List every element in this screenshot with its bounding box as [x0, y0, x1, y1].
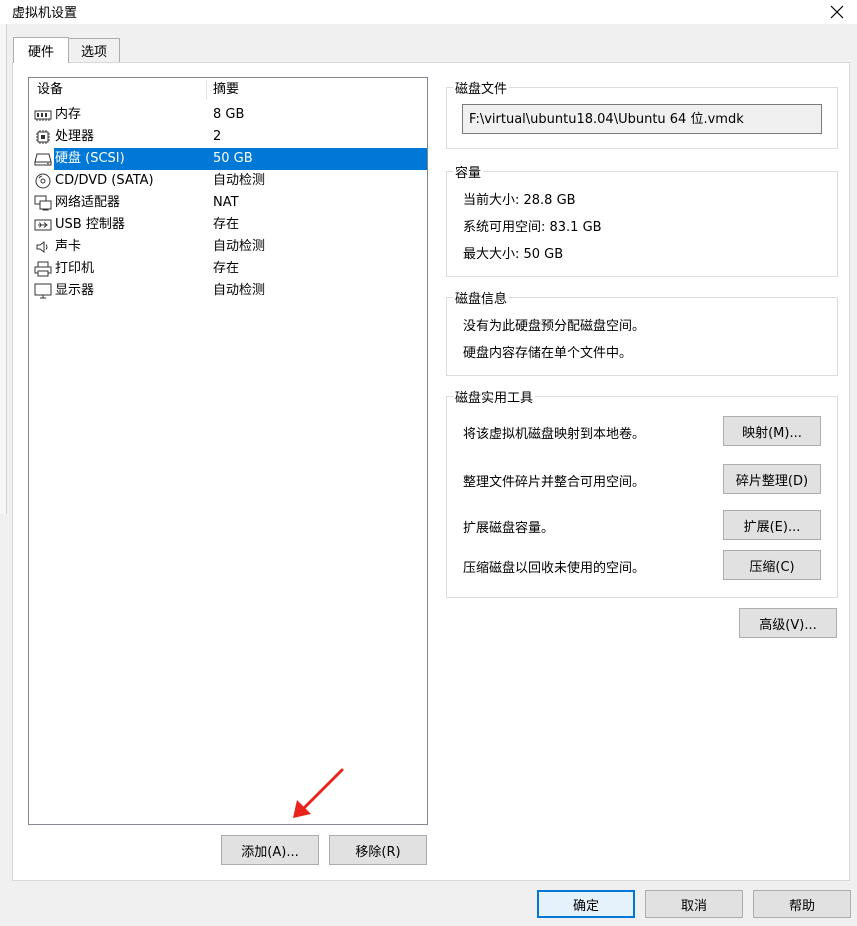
compact-button[interactable]: 压缩(C): [723, 550, 821, 580]
red-arrow-annotation: [293, 768, 344, 818]
help-button[interactable]: 帮助: [753, 890, 851, 918]
device-summary: 2: [213, 129, 222, 144]
column-header-device[interactable]: 设备: [37, 78, 63, 102]
disk-info-title: 磁盘信息: [453, 288, 510, 307]
cd-dvd-icon: [34, 173, 52, 189]
device-row-printer[interactable]: 打印机 存在: [29, 258, 427, 280]
device-row-network-adapter[interactable]: 网络适配器 NAT: [29, 192, 427, 214]
device-summary: NAT: [213, 195, 239, 210]
window-title: 虚拟机设置: [12, 6, 78, 21]
defrag-description: 整理文件碎片并整合可用空间。: [463, 475, 646, 490]
free-space-text: 系统可用空间: 83.1 GB: [463, 220, 602, 235]
device-summary: 8 GB: [213, 107, 245, 122]
device-row-usb-controller[interactable]: USB 控制器 存在: [29, 214, 427, 236]
device-summary: 存在: [213, 261, 240, 276]
remove-hardware-button[interactable]: 移除(R): [329, 835, 427, 865]
device-summary: 存在: [213, 217, 240, 232]
compact-description: 压缩磁盘以回收未使用的空间。: [463, 561, 646, 576]
device-name: 打印机: [55, 261, 95, 276]
device-name: 声卡: [55, 239, 82, 254]
background-window-edge: [0, 24, 7, 514]
memory-icon: [34, 107, 52, 123]
column-separator[interactable]: [206, 80, 207, 100]
device-row-display[interactable]: 显示器 自动检测: [29, 280, 427, 302]
disk-info-line-1: 没有为此硬盘预分配磁盘空间。: [463, 319, 646, 334]
device-name: CD/DVD (SATA): [55, 173, 154, 188]
defragment-button[interactable]: 碎片整理(D): [723, 464, 821, 494]
device-summary: 自动检测: [213, 173, 266, 188]
close-button[interactable]: [817, 0, 857, 24]
disk-info-group: [446, 297, 838, 376]
device-name: 显示器: [55, 283, 95, 298]
advanced-button[interactable]: 高级(V)...: [739, 608, 837, 638]
printer-icon: [34, 261, 52, 277]
disk-info-line-2: 硬盘内容存储在单个文件中。: [463, 346, 633, 361]
tab-options[interactable]: 选项: [68, 38, 120, 62]
device-row-cd-dvd[interactable]: CD/DVD (SATA) 自动检测: [29, 170, 427, 192]
capacity-title: 容量: [453, 162, 484, 181]
network-adapter-icon: [34, 195, 52, 211]
device-name: 硬盘 (SCSI): [55, 151, 125, 166]
map-button[interactable]: 映射(M)...: [723, 416, 821, 446]
tab-label: 选项: [80, 45, 107, 60]
harddisk-icon: [34, 151, 52, 167]
device-name: 网络适配器: [55, 195, 121, 210]
disk-utilities-title: 磁盘实用工具: [453, 387, 536, 406]
map-description: 将该虚拟机磁盘映射到本地卷。: [463, 427, 646, 442]
tab-label: 硬件: [27, 45, 54, 60]
add-hardware-button[interactable]: 添加(A)...: [221, 835, 319, 865]
device-row-harddisk[interactable]: 硬盘 (SCSI) 50 GB: [29, 148, 427, 170]
close-icon: [830, 5, 844, 19]
disk-file-path-field[interactable]: F:\virtual\ubuntu18.04\Ubuntu 64 位.vmdk: [462, 104, 822, 134]
expand-description: 扩展磁盘容量。: [463, 521, 555, 536]
max-size-text: 最大大小: 50 GB: [463, 247, 564, 262]
device-list[interactable]: 设备 摘要 内存 8 GB 处理器 2 硬盘 (SCSI) 50 GB CD/D…: [28, 77, 428, 825]
device-name: USB 控制器: [55, 217, 125, 232]
ok-button[interactable]: 确定: [537, 890, 635, 918]
current-size-text: 当前大小: 28.8 GB: [463, 193, 576, 208]
device-name: 内存: [55, 107, 82, 122]
title-bar: [0, 0, 857, 24]
monitor-icon: [34, 283, 52, 299]
device-name: 处理器: [55, 129, 95, 144]
speaker-icon: [34, 239, 52, 255]
device-summary: 自动检测: [213, 283, 266, 298]
usb-icon: [34, 217, 52, 233]
device-summary: 自动检测: [213, 239, 266, 254]
disk-file-title: 磁盘文件: [453, 78, 510, 97]
device-row-memory[interactable]: 内存 8 GB: [29, 104, 427, 126]
tab-hardware[interactable]: 硬件: [13, 37, 69, 63]
device-row-processor[interactable]: 处理器 2: [29, 126, 427, 148]
cancel-button[interactable]: 取消: [645, 890, 743, 918]
column-header-summary[interactable]: 摘要: [213, 78, 239, 102]
cpu-icon: [34, 129, 52, 145]
expand-button[interactable]: 扩展(E)...: [723, 510, 821, 540]
device-summary: 50 GB: [213, 151, 253, 166]
device-row-sound-card[interactable]: 声卡 自动检测: [29, 236, 427, 258]
